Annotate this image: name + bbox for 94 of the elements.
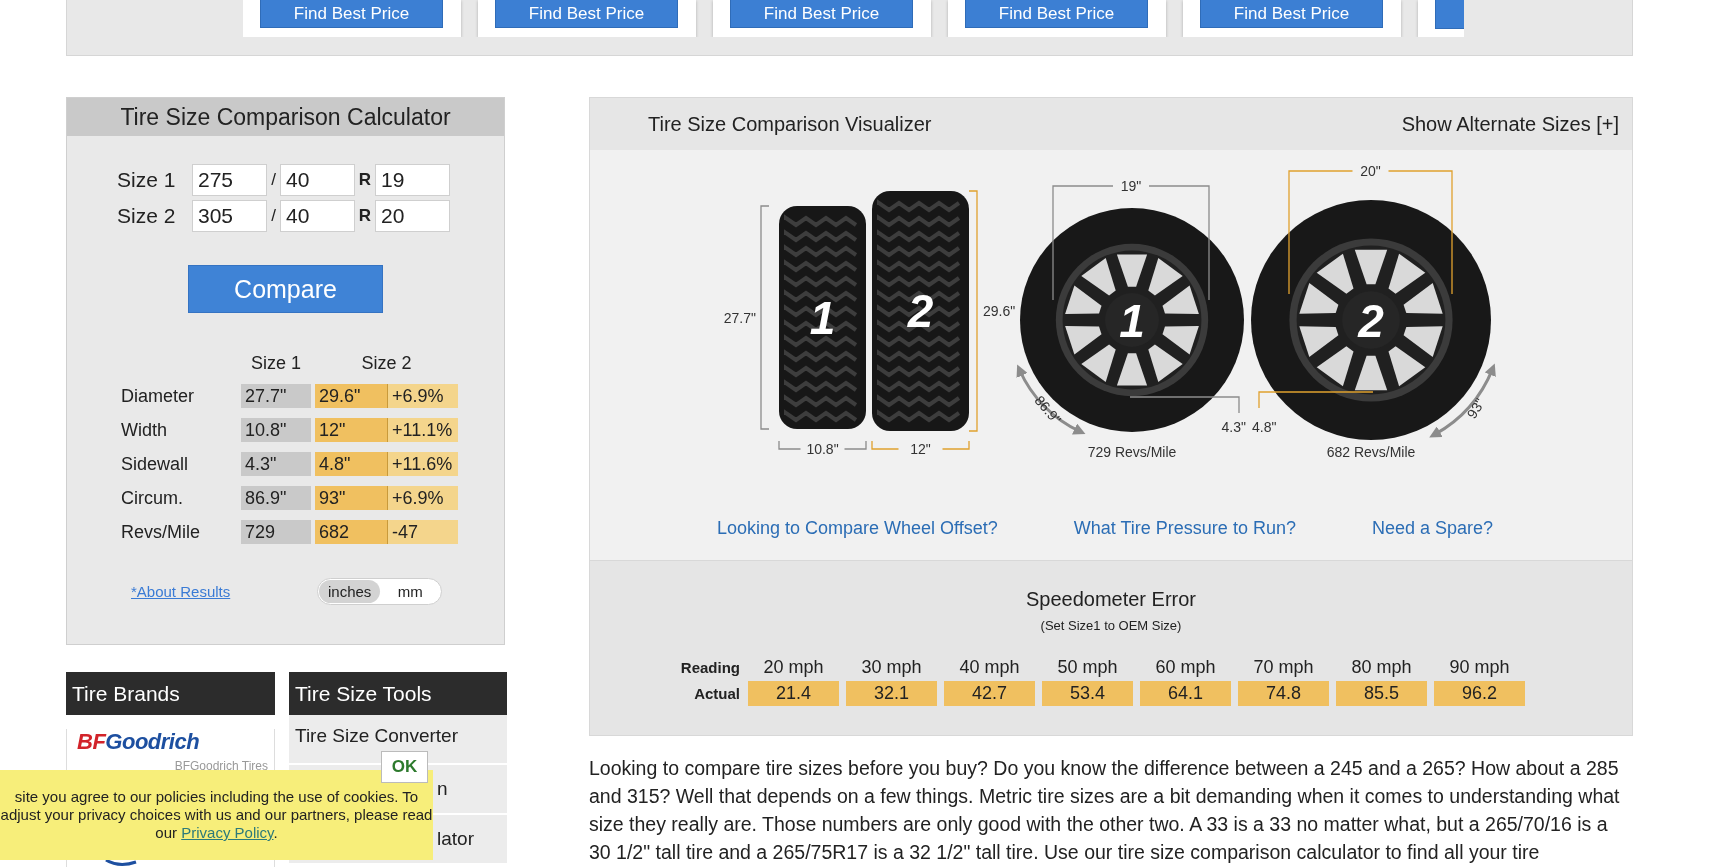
size1-value: 27.7" <box>241 384 311 408</box>
actual-value: 96.2 <box>1434 681 1525 706</box>
rim-label: 19" <box>1120 178 1142 194</box>
reading-value: 70 mph <box>1252 657 1315 678</box>
wheel-number: 1 <box>1119 295 1145 347</box>
reading-value: 60 mph <box>1154 657 1217 678</box>
size2-value: 682 <box>315 520 388 544</box>
actual-value: 42.7 <box>944 681 1035 706</box>
calculator-title: Tire Size Comparison Calculator <box>67 98 504 136</box>
cookie-message: site you agree to our policies including the use of cookies. To adjust your privacy choices with us and our partners, please read our Privacy Policy. <box>0 788 433 842</box>
rim-label: 20" <box>1360 163 1381 179</box>
size2-value: 4.8" <box>315 452 388 476</box>
actual-value: 32.1 <box>846 681 937 706</box>
rim-input[interactable]: 19 <box>375 164 450 196</box>
brand-caption: BFGoodrich Tires <box>173 759 269 773</box>
revs-label: 729 Revs/Mile <box>1087 444 1177 460</box>
speedometer-title: Speedometer Error <box>1024 588 1198 611</box>
actual-value: 74.8 <box>1238 681 1329 706</box>
rim-input[interactable]: 20 <box>375 200 450 232</box>
reading-value: 30 mph <box>860 657 923 678</box>
actual-value: 21.4 <box>748 681 839 706</box>
column-header: Size 2 <box>360 353 413 374</box>
reading-value: 20 mph <box>762 657 825 678</box>
difference-value: +6.9% <box>388 486 458 510</box>
sidewall-label: 4.8" <box>1252 419 1277 435</box>
row-label: Width <box>121 419 168 441</box>
column-header: Size 1 <box>250 353 302 374</box>
r-label: R <box>358 170 372 190</box>
revs-label: 682 Revs/Mile <box>1326 444 1416 460</box>
width-label: 12" <box>910 441 931 457</box>
about-results-link[interactable]: *About Results <box>131 583 317 600</box>
size2-value: 12" <box>315 418 388 442</box>
size1-value: 4.3" <box>241 452 311 476</box>
panel-header: Tire Brands <box>66 672 275 715</box>
privacy-policy-link[interactable]: Privacy Policy <box>181 824 274 841</box>
width-input[interactable]: 305 <box>192 200 267 232</box>
wheel-number: 2 <box>1358 295 1384 347</box>
row-label: Reading <box>679 659 741 676</box>
find-price-button[interactable]: Find Best Price <box>1200 0 1383 28</box>
info-link[interactable]: Need a Spare? <box>1371 518 1493 542</box>
find-price-button[interactable]: Find Best Price <box>495 0 678 28</box>
slash-separator: / <box>270 170 277 190</box>
row-label: Diameter <box>121 385 196 407</box>
height-label: 27.7" <box>723 309 756 326</box>
speedometer-subtitle: (Set Size1 to OEM Size) <box>1039 618 1183 633</box>
ok-button[interactable]: OK <box>381 751 428 783</box>
intro-paragraph: Looking to compare tire sizes before you buy? Do you know the difference between a 245 and a 265? How about a 285 and 315? Well that depends on a few things. Metric tire sizes are a bit demanding when it comes to understanding what size they really are. Those numbers are only good with the other two. A 33 is a 33 no matter what, but a 265/70/16 is a 30 1/2" tall tire and a 265/75R17 is a 32 1/2" tall tire. Use our tire size comparison calculator to find all your tire <box>589 756 1621 865</box>
size-label: Size 1 <box>117 168 177 192</box>
logo-swoosh-icon <box>105 860 137 867</box>
tire-number: 1 <box>809 291 836 344</box>
difference-value: +11.6% <box>388 452 458 476</box>
sidewall-label: 4.3" <box>1221 419 1246 435</box>
size1-value: 729 <box>241 520 311 544</box>
compare-button[interactable]: Compare <box>188 265 383 313</box>
find-price-button[interactable]: Find Best Price <box>260 0 443 28</box>
info-link[interactable]: Looking to Compare Wheel Offset? <box>717 518 998 542</box>
row-label: Circum. <box>121 487 184 509</box>
find-price-button[interactable]: Find Best Price <box>965 0 1148 28</box>
row-label: Actual <box>693 685 741 702</box>
size1-value: 10.8" <box>241 418 311 442</box>
tire-number: 2 <box>907 285 934 337</box>
arc-arrow <box>1016 364 1086 435</box>
difference-value: +6.9% <box>388 384 458 408</box>
alternate-sizes-link[interactable]: Show Alternate Sizes [+] <box>1401 112 1619 136</box>
difference-value: -47 <box>388 520 458 544</box>
reading-value: 40 mph <box>958 657 1021 678</box>
panel-header: Tire Size Tools <box>289 672 507 715</box>
visualizer-title: Tire Size Comparison Visualizer <box>648 112 932 136</box>
aspect-input[interactable]: 40 <box>280 200 355 232</box>
brand-logo[interactable]: BFGoodrich <box>77 729 200 755</box>
reading-value: 90 mph <box>1448 657 1511 678</box>
reading-value: 50 mph <box>1056 657 1119 678</box>
info-link[interactable]: What Tire Pressure to Run? <box>1073 518 1296 542</box>
width-label: 10.8" <box>806 441 839 457</box>
unit-option[interactable]: inches <box>319 580 381 603</box>
width-input[interactable]: 275 <box>192 164 267 196</box>
size-label: Size 2 <box>117 204 177 228</box>
r-label: R <box>358 206 372 226</box>
difference-value: +11.1% <box>388 418 458 442</box>
actual-value: 53.4 <box>1042 681 1133 706</box>
row-label: Sidewall <box>121 453 190 475</box>
circumference-label: 93" <box>1463 395 1488 422</box>
height-label: 29.6" <box>983 303 1016 319</box>
slash-separator: / <box>270 206 277 226</box>
size2-value: 93" <box>315 486 388 510</box>
actual-value: 64.1 <box>1140 681 1231 706</box>
size1-value: 86.9" <box>241 486 311 510</box>
row-label: Revs/Mile <box>121 521 201 543</box>
actual-value: 85.5 <box>1336 681 1427 706</box>
find-price-button[interactable]: Find Best Price <box>730 0 913 28</box>
size2-value: 29.6" <box>315 384 388 408</box>
unit-option[interactable]: mm <box>380 580 440 603</box>
reading-value: 80 mph <box>1350 657 1413 678</box>
aspect-input[interactable]: 40 <box>280 164 355 196</box>
